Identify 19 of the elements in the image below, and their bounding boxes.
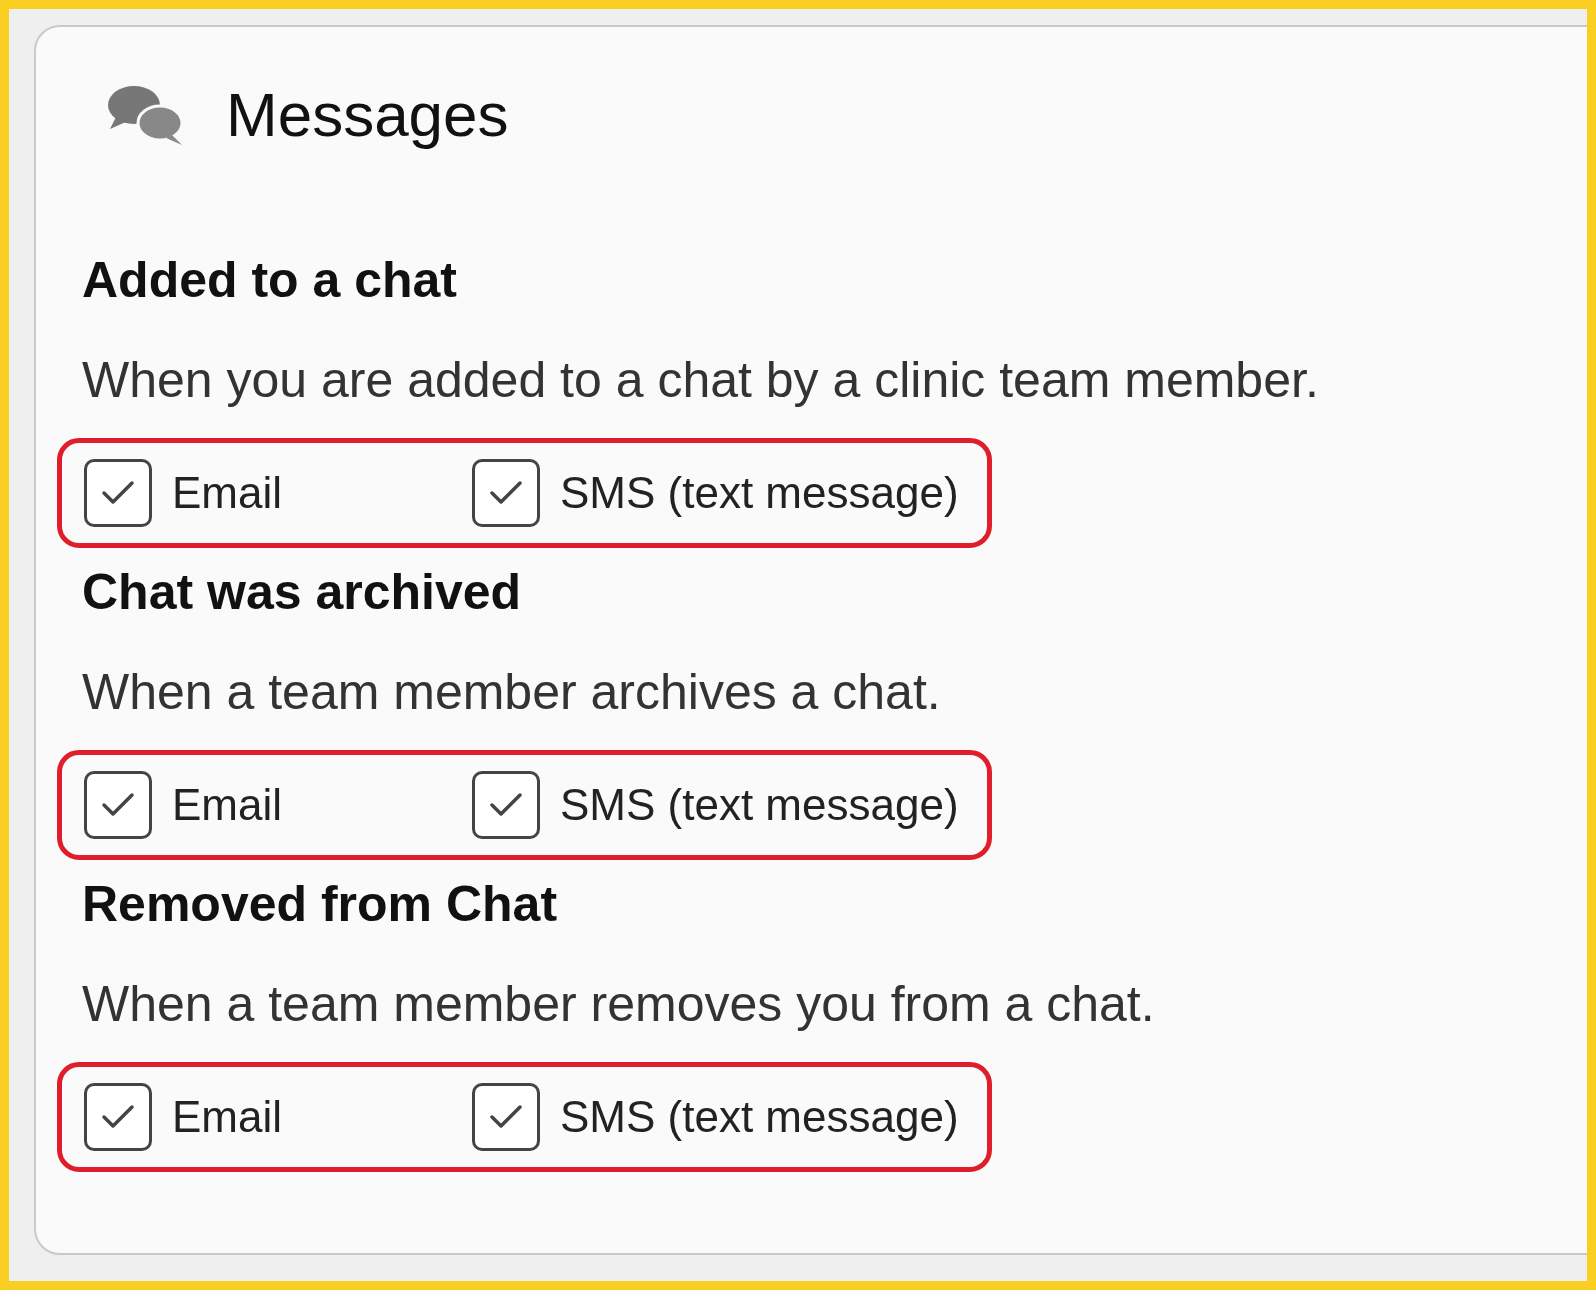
section-heading: Chat was archived xyxy=(82,563,523,622)
checkbox-option[interactable]: SMS (text message) xyxy=(472,771,959,839)
section-description: When you are added to a chat by a clinic team member. xyxy=(82,351,1320,410)
checkbox[interactable] xyxy=(472,459,540,527)
section-heading: Added to a chat xyxy=(82,251,459,310)
section-description: When a team member archives a chat. xyxy=(82,663,942,722)
checkbox-option[interactable]: Email xyxy=(84,771,472,839)
checkbox-option[interactable]: Email xyxy=(84,1083,472,1151)
checkbox-option[interactable]: SMS (text message) xyxy=(472,459,959,527)
section-description: When a team member removes you from a chat. xyxy=(82,975,1156,1034)
checkbox[interactable] xyxy=(84,771,152,839)
checkbox[interactable] xyxy=(472,1083,540,1151)
panel-title: Messages xyxy=(226,79,509,150)
checkbox[interactable] xyxy=(84,1083,152,1151)
checkbox[interactable] xyxy=(84,459,152,527)
checkbox-option[interactable]: Email xyxy=(84,459,472,527)
section-heading: Removed from Chat xyxy=(82,875,559,934)
checkbox[interactable] xyxy=(472,771,540,839)
checkbox-option[interactable]: SMS (text message) xyxy=(472,1083,959,1151)
